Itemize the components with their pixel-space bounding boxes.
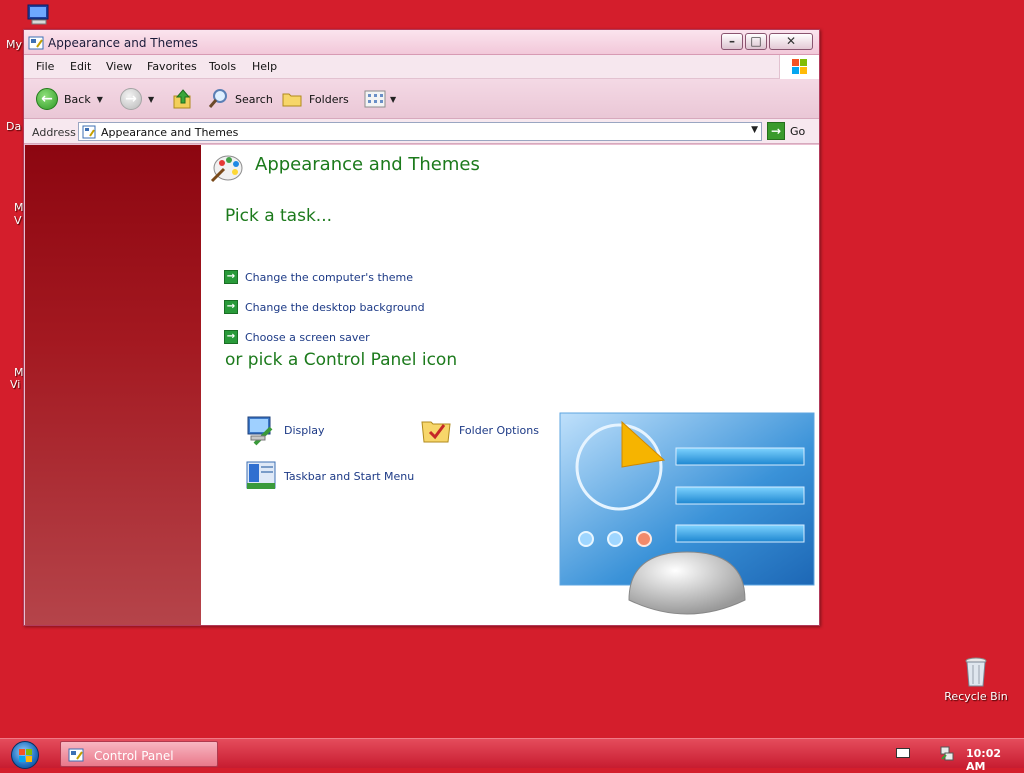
maximize-button[interactable]: □ [745,33,767,50]
desktop-icon-label[interactable]: Vi [10,379,20,391]
task-link[interactable]: → Change the desktop background [224,300,425,314]
back-button[interactable]: ← Back ▼ [36,88,103,110]
forward-arrow-icon: → [120,88,142,110]
minimize-button[interactable]: – [721,33,743,50]
close-button[interactable]: ✕ [769,33,813,50]
task-link[interactable]: → Choose a screen saver [224,330,370,344]
address-input[interactable]: Appearance and Themes ▼ [78,122,762,141]
forward-button[interactable]: → ▼ [120,88,154,110]
address-label: Address [32,126,76,139]
network-icon[interactable] [940,745,954,761]
close-icon: ✕ [785,34,797,48]
taskbar-button-control-panel[interactable]: Control Panel [60,741,218,767]
back-label: Back [64,92,91,106]
toolbar: ← Back ▼ → ▼ Search Folders ▼ [24,79,819,119]
up-folder-icon [173,89,191,109]
computer-icon [27,4,49,25]
menu-bar: File Edit View Favorites Tools Help [24,55,819,79]
control-panel-icon-display[interactable]: Display [245,414,325,446]
desktop-icon-label[interactable]: Da [6,121,21,133]
appearance-illustration [559,412,815,615]
address-bar: Address Appearance and Themes ▼ → Go [24,119,819,144]
search-icon [208,89,227,108]
control-panel-icon-taskbar[interactable]: Taskbar and Start Menu [245,460,414,492]
address-value: Appearance and Themes [101,126,239,139]
windows-flag-icon [792,59,807,74]
minimize-icon: – [729,34,735,48]
chevron-down-icon[interactable]: ▼ [390,95,396,104]
control-panel-icon-label: Folder Options [459,423,539,437]
system-tray: 10:02 AM [884,739,1024,773]
appearance-themes-icon [210,155,243,183]
desktop-icon-label: My [6,38,23,51]
display-icon [247,416,273,446]
green-arrow-icon: → [224,300,238,314]
pick-task-heading: Pick a task... [225,206,333,226]
desktop-icon-recycle-bin[interactable]: Recycle Bin [940,652,1012,712]
folder-options-icon [421,421,451,443]
go-button[interactable]: → Go [767,122,805,140]
control-panel-icon [28,36,44,50]
task-link[interactable]: → Change the computer's theme [224,270,413,284]
page-title: Appearance and Themes [255,154,480,175]
title-bar[interactable]: Appearance and Themes – □ ✕ [24,30,819,55]
taskbar: Control Panel 10:02 AM [0,738,1024,773]
content-pane: Appearance and Themes Pick a task... → C… [201,145,819,625]
views-button[interactable]: ▼ [364,88,396,110]
menu-favorites[interactable]: Favorites [147,60,197,73]
desktop-icon-label: Recycle Bin [944,690,1008,703]
control-panel-icon-label: Taskbar and Start Menu [284,469,415,483]
back-arrow-icon: ← [36,88,58,110]
keyboard-icon[interactable] [896,748,910,758]
pick-icon-heading: or pick a Control Panel icon [225,350,458,370]
control-panel-window: Appearance and Themes – □ ✕ File Edit Vi… [23,29,820,626]
green-arrow-icon: → [224,330,238,344]
menu-edit[interactable]: Edit [70,60,91,73]
window-title: Appearance and Themes [48,36,198,50]
control-panel-icon [68,748,84,762]
taskbar-start-menu-icon [246,461,276,489]
windows-flag-icon [19,749,32,762]
go-label: Go [790,124,806,138]
folders-label: Folders [309,92,349,106]
views-icon [364,90,386,108]
desktop-icon-label[interactable]: V [14,215,22,227]
folders-button[interactable]: Folders [281,88,349,110]
chevron-down-icon[interactable]: ▼ [751,125,758,135]
recycle-bin-icon [965,657,987,687]
search-button[interactable]: Search [207,88,273,110]
control-panel-icon-label: Display [284,423,325,437]
windows-logo [779,55,819,79]
task-link-label: Choose a screen saver [245,330,370,344]
control-panel-icon-folder-options[interactable]: Folder Options [420,414,539,446]
green-arrow-icon: → [224,270,238,284]
task-link-label: Change the computer's theme [245,270,413,284]
search-label: Search [235,92,273,106]
menu-file[interactable]: File [36,60,54,73]
start-button[interactable] [11,741,39,769]
task-pane [25,145,201,625]
control-panel-icon [82,125,96,139]
clock[interactable]: 10:02 AM [966,747,1024,773]
folders-icon [282,93,302,107]
menu-tools[interactable]: Tools [209,60,236,73]
up-folder-button[interactable] [172,88,194,110]
chevron-down-icon[interactable]: ▼ [97,95,103,104]
menu-view[interactable]: View [106,60,132,73]
menu-help[interactable]: Help [252,60,277,73]
maximize-icon: □ [750,34,762,48]
go-arrow-icon: → [767,122,785,140]
task-link-label: Change the desktop background [245,300,425,314]
chevron-down-icon[interactable]: ▼ [148,95,154,104]
taskbar-button-label: Control Panel [94,749,174,763]
